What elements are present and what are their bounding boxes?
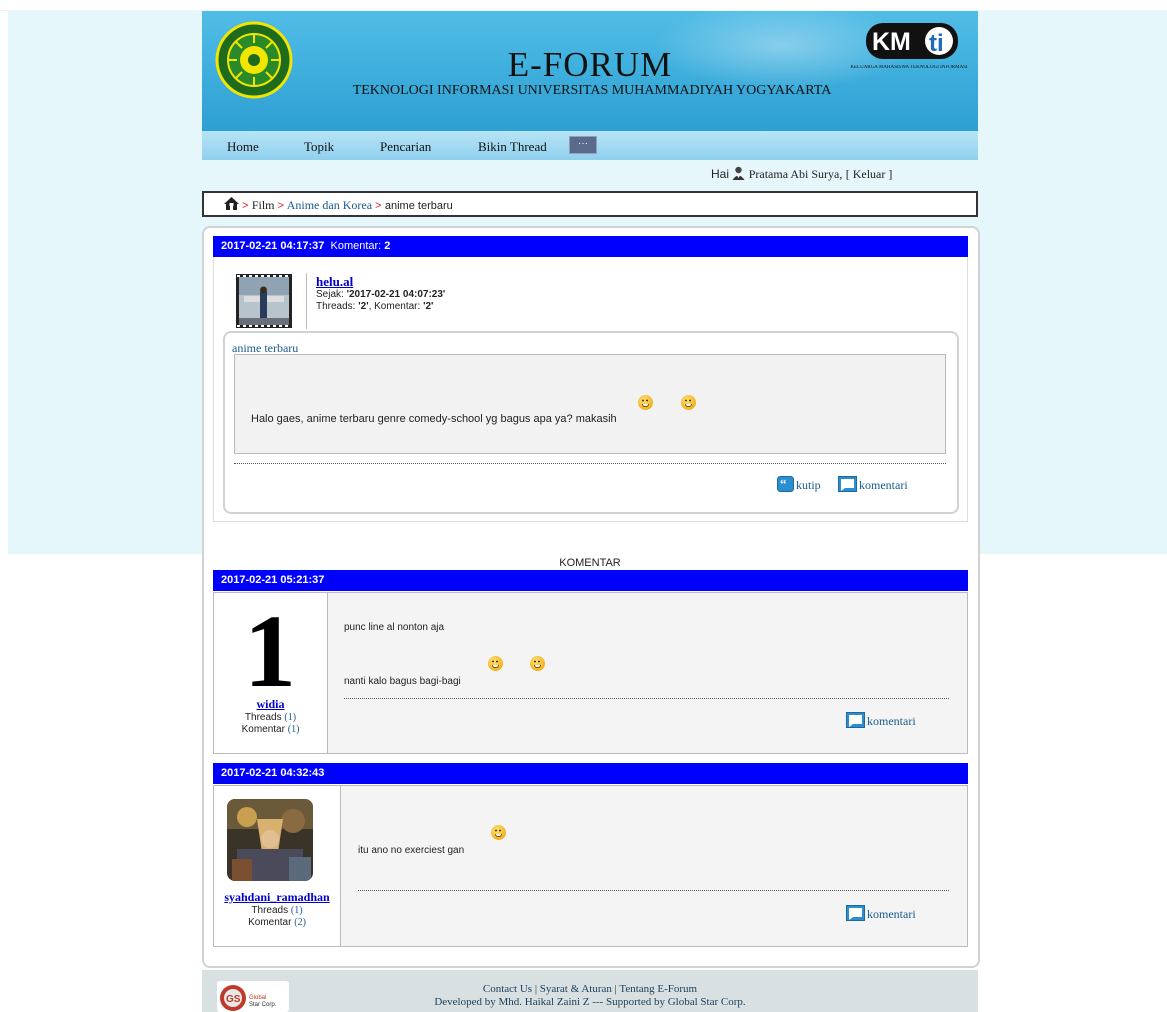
comment-reply-button[interactable]: komentari (846, 905, 916, 922)
quote-icon: “ (777, 476, 794, 492)
comments-heading: KOMENTAR (559, 557, 621, 569)
main-nav: Home Topik Pencarian Bikin Thread ··· (202, 131, 978, 160)
quote-button[interactable]: “ kutip (777, 476, 821, 493)
comment-line: nanti kalo bagus bagi-bagi (344, 676, 461, 687)
commenter-stats: Threads (1) Komentar (1) (214, 712, 327, 736)
comment-line: itu ano no exerciest gan (358, 845, 465, 856)
comment-icon (838, 476, 857, 492)
thread-body-box (234, 354, 946, 454)
svg-text:KM: KM (872, 28, 911, 56)
thread-komentar-label: Komentar: (330, 240, 382, 252)
comment-reply-label: komentari (867, 714, 916, 728)
logout-link[interactable]: [ Keluar ] (846, 167, 893, 181)
commenter-name-link[interactable]: widia (214, 697, 327, 712)
breadcrumb-separator: > (242, 198, 249, 212)
comment-header-bar: 2017-02-21 04:32:43 (213, 763, 968, 784)
avatar-digit: 1 (244, 606, 296, 688)
commenter-name-link[interactable]: syahdani_ramadhan (214, 890, 340, 905)
thread-komentar-count: 2 (384, 240, 391, 252)
breadcrumb-current: anime terbaru (384, 200, 453, 212)
site-subtitle: TEKNOLOGI INFORMASI UNIVERSITAS MUHAMMAD… (352, 83, 832, 98)
home-icon[interactable] (224, 197, 239, 210)
tongue-emoticon-icon (530, 656, 545, 671)
quote-label: kutip (796, 478, 821, 492)
threads-count[interactable]: (1) (291, 905, 303, 916)
site-header: E-FORUM TEKNOLOGI INFORMASI UNIVERSITAS … (202, 11, 978, 131)
comment-reply-button[interactable]: komentari (846, 712, 916, 729)
breadcrumb-film[interactable]: Film (252, 198, 275, 212)
threads-count[interactable]: (1) (284, 712, 296, 723)
comment-reply-label: komentari (867, 907, 916, 921)
grin-emoticon-icon (488, 656, 503, 671)
nav-more-button[interactable]: ··· (569, 136, 597, 154)
since-label: Sejak: (316, 289, 344, 300)
kmti-subtitle: KELUARGA MAHASISWA TEKNOLOGI INFORMASI (850, 65, 968, 70)
footer-links[interactable]: Contact Us | Syarat & Aturan | Tentang E… (483, 983, 697, 995)
svg-text:“: “ (780, 476, 787, 491)
breadcrumb-anime-dan-korea[interactable]: Anime dan Korea (287, 198, 372, 212)
komentar-label: Komentar (241, 724, 285, 735)
comment-icon (846, 712, 865, 728)
comment-label: komentari (859, 478, 908, 492)
comments-label: Komentar: (374, 301, 421, 312)
footer-credit: Developed by Mhd. Haikal Zaini Z --- Sup… (434, 996, 746, 1008)
smile-emoticon-icon (491, 825, 506, 840)
comment-divider (358, 890, 949, 891)
footer-text: Contact Us | Syarat & Aturan | Tentang E… (202, 983, 978, 1009)
comment-header-bar: 2017-02-21 05:21:37 (213, 570, 968, 591)
nav-topik[interactable]: Topik (304, 139, 334, 155)
grin-emoticon-icon (681, 395, 696, 410)
since-value: '2017-02-21 04:07:23' (346, 289, 446, 300)
author-name-link[interactable]: helu.al (316, 274, 353, 290)
comment-button[interactable]: komentari (838, 476, 908, 493)
svg-text:ti: ti (929, 30, 944, 57)
thread-datetime: 2017-02-21 04:17:37 (221, 240, 325, 252)
komentar-count[interactable]: (2) (294, 917, 306, 928)
breadcrumb-separator: > (277, 198, 285, 212)
comment-datetime: 2017-02-21 05:21:37 (221, 574, 325, 586)
thread-divider (234, 463, 946, 464)
commenter-stats: Threads (1) Komentar (2) (214, 905, 340, 929)
commenter-avatar[interactable] (227, 799, 313, 881)
comment-divider (344, 698, 949, 699)
nav-bikin-thread[interactable]: Bikin Thread (478, 139, 547, 155)
nav-home[interactable]: Home (227, 139, 259, 155)
greeting-prefix: Hai (711, 167, 730, 181)
komentar-label: Komentar (248, 917, 292, 928)
threads-label: Threads (244, 712, 282, 723)
comments-value: '2' (423, 301, 434, 312)
breadcrumb: > Film > Anime dan Korea > anime terbaru (202, 191, 978, 217)
author-info: Sejak: '2017-02-21 04:07:23' Threads: '2… (316, 289, 446, 312)
nav-pencarian[interactable]: Pencarian (380, 139, 431, 155)
thread-body-text: Halo gaes, anime terbaru genre comedy-sc… (251, 413, 617, 425)
threads-value: '2' (358, 301, 369, 312)
threads-label: Threads (251, 905, 289, 916)
username[interactable]: Pratama Abi Surya, (749, 167, 843, 181)
kmti-logo: KM ti (866, 23, 958, 59)
comment-icon (846, 905, 865, 921)
user-greeting: Hai Pratama Abi Surya, [ Keluar ] (711, 166, 892, 182)
breadcrumb-separator: > (375, 198, 382, 212)
author-avatar[interactable] (236, 274, 292, 328)
comment-datetime: 2017-02-21 04:32:43 (221, 767, 325, 779)
thread-header-bar: 2017-02-21 04:17:37 Komentar: 2 (213, 236, 968, 257)
site-footer: GS Global Star Corp. Contact Us | Syarat… (202, 970, 978, 1012)
user-icon (732, 166, 745, 180)
komentar-count[interactable]: (1) (288, 724, 300, 735)
comment-line: punc line al nonton aja (344, 622, 445, 633)
grin-emoticon-icon (638, 395, 653, 410)
author-divider (306, 273, 307, 329)
commenter-avatar[interactable]: 1 (227, 606, 313, 688)
threads-label: Threads: (316, 301, 356, 312)
